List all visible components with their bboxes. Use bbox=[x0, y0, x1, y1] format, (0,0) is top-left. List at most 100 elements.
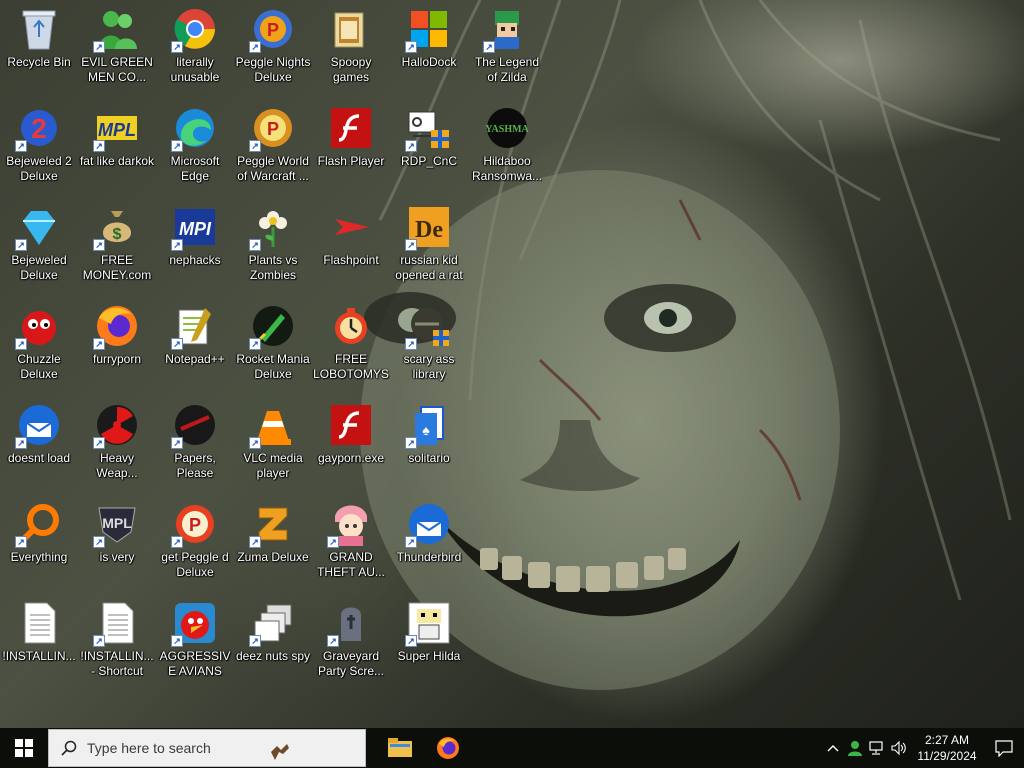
desktop-icon-label: Recycle Bin bbox=[7, 55, 71, 69]
shortcut-arrow-icon: ↗ bbox=[327, 635, 339, 647]
desktop-icon[interactable]: De ↗ russian kid opened a rat bbox=[390, 198, 468, 294]
desktop-icon[interactable]: Recycle Bin bbox=[0, 0, 78, 96]
desktop-icon-label: Peggle Nights Deluxe bbox=[235, 55, 311, 84]
desktop-icon[interactable]: ↗ VLC media player bbox=[234, 396, 312, 492]
desktop-icon[interactable]: MPL ↗ is very bbox=[78, 495, 156, 591]
desktop-icon[interactable]: ↗ Plants vs Zombies bbox=[234, 198, 312, 294]
taskbar-search-box[interactable] bbox=[48, 729, 366, 767]
desktop-icon-label: HalloDock bbox=[401, 55, 457, 69]
shortcut-arrow-icon: ↗ bbox=[171, 338, 183, 350]
desktop-icon[interactable]: 2 ↗ Bejeweled 2 Deluxe bbox=[0, 99, 78, 195]
svg-text:♠: ♠ bbox=[422, 422, 430, 438]
desktop-icon[interactable]: P ↗ get Peggle d Deluxe bbox=[156, 495, 234, 591]
shortcut-arrow-icon: ↗ bbox=[93, 140, 105, 152]
desktop-icon[interactable]: !INSTALLIN... bbox=[0, 594, 78, 690]
taskbar-firefox[interactable] bbox=[424, 728, 472, 768]
desktop-icon[interactable]: ↗ Chuzzle Deluxe bbox=[0, 297, 78, 393]
desktop-icon-label: doesnt load bbox=[7, 451, 71, 465]
desktop-icon[interactable]: gayporn.exe bbox=[312, 396, 390, 492]
shortcut-arrow-icon: ↗ bbox=[93, 41, 105, 53]
tray-user-status[interactable] bbox=[844, 728, 866, 768]
shortcut-arrow-icon: ↗ bbox=[405, 536, 417, 548]
chuzzle-icon: ↗ bbox=[15, 304, 61, 350]
shortcut-arrow-icon: ↗ bbox=[249, 41, 261, 53]
desktop-icon-label: Bejeweled 2 Deluxe bbox=[6, 154, 72, 183]
shortcut-arrow-icon: ↗ bbox=[249, 338, 261, 350]
rocket-icon: ↗ bbox=[249, 304, 295, 350]
taskbar-clock[interactable]: 2:27 AM 11/29/2024 bbox=[910, 732, 984, 764]
desktop-icon[interactable]: P ↗ Peggle Nights Deluxe bbox=[234, 0, 312, 96]
svg-text:De: De bbox=[415, 217, 443, 243]
notepadpp-icon: ↗ bbox=[171, 304, 217, 350]
tray-overflow-button[interactable] bbox=[822, 728, 844, 768]
magnifier-icon: ↗ bbox=[15, 502, 61, 548]
desktop-icon[interactable]: ↗ GRAND THEFT AU... bbox=[312, 495, 390, 591]
desktop-icon[interactable]: Flash Player bbox=[312, 99, 390, 195]
desktop-icon[interactable]: MPI ↗ nephacks bbox=[156, 198, 234, 294]
desktop-icon[interactable]: $ ↗ FREE MONEY.com bbox=[78, 198, 156, 294]
desktop-icon-label: Bejeweled Deluxe bbox=[11, 253, 67, 282]
desktop-icon[interactable]: ↗ Zuma Deluxe bbox=[234, 495, 312, 591]
desktop-icon[interactable]: ♠ ↗ solitario bbox=[390, 396, 468, 492]
desktop-icon[interactable]: ↗ Heavy Weap... bbox=[78, 396, 156, 492]
desktop-icon[interactable]: ↗ AGGRESSIVE AVIANS bbox=[156, 594, 234, 690]
desktop-icon[interactable]: P ↗ Peggle World of Warcraft ... bbox=[234, 99, 312, 195]
desktop-icon[interactable]: Spoopy games bbox=[312, 0, 390, 96]
desktop-icon[interactable]: ↗ Bejeweled Deluxe bbox=[0, 198, 78, 294]
desktop-icon[interactable]: ↗ doesnt load bbox=[0, 396, 78, 492]
shortcut-arrow-icon: ↗ bbox=[327, 536, 339, 548]
desktop-icon-label: EVIL GREEN MEN CO... bbox=[81, 55, 153, 84]
search-input[interactable] bbox=[85, 739, 289, 757]
document-icon: ↗ bbox=[93, 601, 139, 647]
desktop-icon-label: GRAND THEFT AU... bbox=[317, 550, 385, 579]
desktop-icon[interactable]: ↗ Papers, Please bbox=[156, 396, 234, 492]
edge-icon: ↗ bbox=[171, 106, 217, 152]
shortcut-arrow-icon: ↗ bbox=[15, 140, 27, 152]
system-tray: 2:27 AM 11/29/2024 bbox=[822, 728, 1024, 768]
radiation-icon: ↗ bbox=[93, 403, 139, 449]
firefox-icon: ↗ bbox=[93, 304, 139, 350]
desktop-icon[interactable]: ↗ RDP_CnC bbox=[390, 99, 468, 195]
start-button[interactable] bbox=[0, 728, 48, 768]
desktop-icon[interactable]: ↗ Notepad++ bbox=[156, 297, 234, 393]
network-icon bbox=[869, 741, 883, 755]
desktop-icon[interactable]: ↗ Super Hilda bbox=[390, 594, 468, 690]
desktop-icon-label: Hildaboo Ransomwa... bbox=[471, 154, 543, 183]
desktop-icon[interactable]: FREE LOBOTOMYS bbox=[312, 297, 390, 393]
action-center-button[interactable] bbox=[984, 728, 1024, 768]
library-icon: ↗ bbox=[405, 304, 451, 350]
tray-volume[interactable] bbox=[888, 728, 910, 768]
desktop-icon[interactable]: ↗ Thunderbird bbox=[390, 495, 468, 591]
vlc-cone-icon: ↗ bbox=[249, 403, 295, 449]
desktop-icon[interactable]: ↗ literally unusable bbox=[156, 0, 234, 96]
tray-network[interactable] bbox=[866, 728, 888, 768]
desktop-icon[interactable]: ↗ Everything bbox=[0, 495, 78, 591]
desktop-icon[interactable]: ↗ Rocket Mania Deluxe bbox=[234, 297, 312, 393]
desktop-icon[interactable]: Flashpoint bbox=[312, 198, 390, 294]
peggle-deluxe-icon: P ↗ bbox=[171, 502, 217, 548]
shortcut-arrow-icon: ↗ bbox=[93, 239, 105, 251]
svg-text:P: P bbox=[189, 515, 201, 535]
desktop-icon[interactable]: ↗ EVIL GREEN MEN CO... bbox=[78, 0, 156, 96]
desktop-icon[interactable]: ↗ scary ass library bbox=[390, 297, 468, 393]
desktop-icon[interactable]: ↗ The Legend of Zilda bbox=[468, 0, 546, 96]
desktop-icon[interactable]: ↗ Microsoft Edge bbox=[156, 99, 234, 195]
desktop-icon[interactable]: YASHMA Hildaboo Ransomwa... bbox=[468, 99, 546, 195]
graveyard-icon: ↗ bbox=[327, 601, 373, 647]
taskbar-file-explorer[interactable] bbox=[376, 728, 424, 768]
shortcut-arrow-icon: ↗ bbox=[483, 41, 495, 53]
desktop-icon-label: VLC media player bbox=[243, 451, 303, 480]
desktop-icon-label: AGGRESSIVE AVIANS bbox=[159, 649, 231, 678]
desktop-icon-label: Zuma Deluxe bbox=[237, 550, 309, 564]
desktop-icon-label: gayporn.exe bbox=[317, 451, 385, 465]
desktop-icon-label: Microsoft Edge bbox=[170, 154, 220, 183]
svg-text:YASHMA: YASHMA bbox=[485, 124, 529, 135]
desktop-icon[interactable]: ↗ furryporn bbox=[78, 297, 156, 393]
desktop-icon[interactable]: ↗ !INSTALLIN... - Shortcut bbox=[78, 594, 156, 690]
desktop-icon[interactable]: ↗ HalloDock bbox=[390, 0, 468, 96]
desktop-icon-label: Super Hilda bbox=[397, 649, 461, 663]
desktop-icon[interactable]: ↗ Graveyard Party Scre... bbox=[312, 594, 390, 690]
desktop-icon[interactable]: MPL ↗ fat like darkok bbox=[78, 99, 156, 195]
desktop-icon[interactable]: ↗ deez nuts spy bbox=[234, 594, 312, 690]
desktop-icon-label: Flashpoint bbox=[323, 253, 379, 267]
